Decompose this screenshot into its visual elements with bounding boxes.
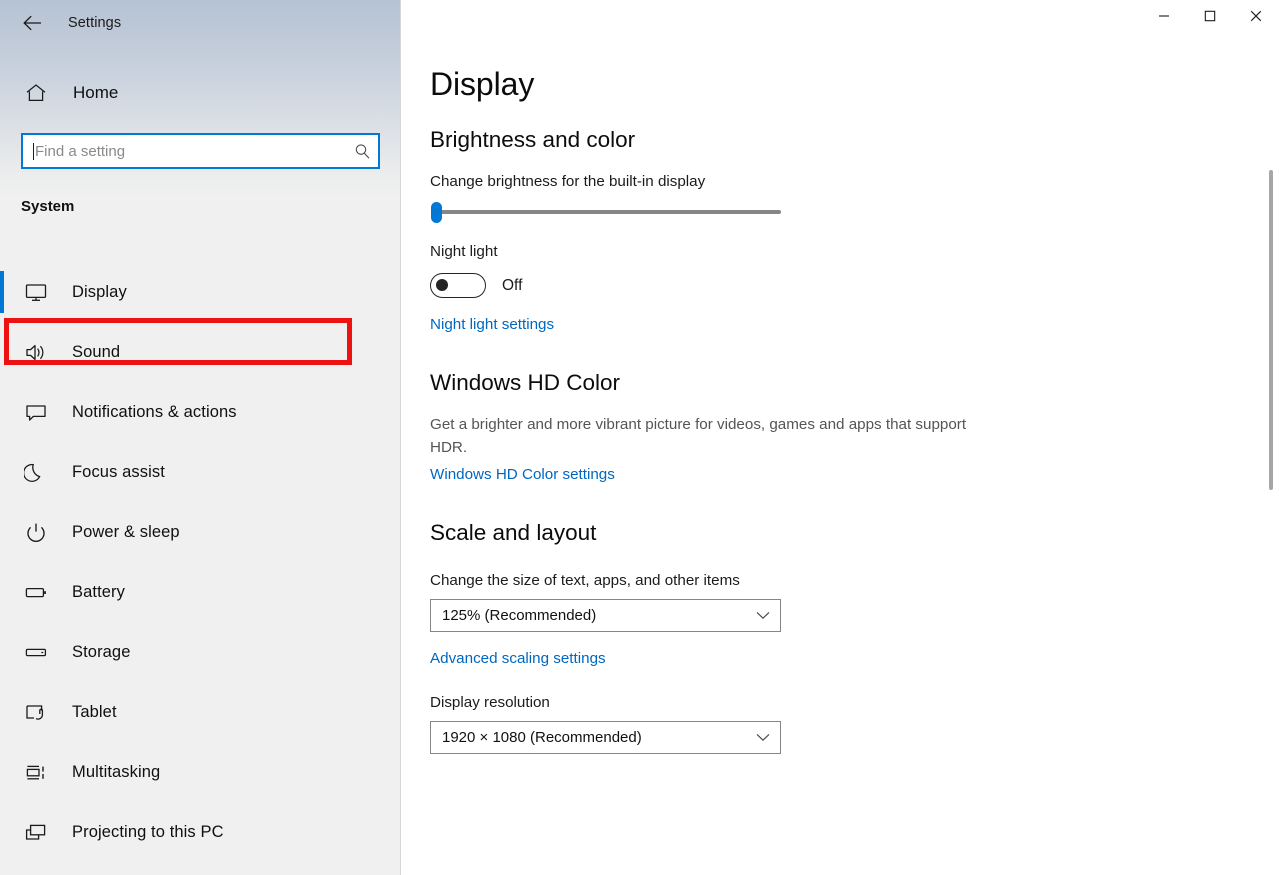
scrollbar-thumb[interactable] (1269, 170, 1273, 490)
sidebar-item-display-label: Display (72, 282, 127, 301)
sidebar-item-multitasking[interactable]: Multitasking (0, 742, 400, 802)
brightness-slider[interactable] (430, 201, 781, 224)
sidebar-item-battery-label: Battery (72, 582, 125, 601)
tablet-icon (16, 702, 56, 723)
minimize-icon[interactable] (1141, 0, 1187, 32)
sidebar-item-home-label: Home (73, 83, 119, 102)
sidebar-item-power-sleep[interactable]: Power & sleep (0, 502, 400, 562)
sidebar-item-storage-label: Storage (72, 642, 131, 661)
sidebar-item-notifications[interactable]: Notifications & actions (0, 382, 400, 442)
sidebar: Settings Home Find a setting System Disp… (0, 0, 401, 875)
sidebar-group-label: System (21, 198, 75, 215)
projecting-icon (16, 822, 56, 843)
sidebar-item-projecting-label: Projecting to this PC (72, 822, 224, 841)
battery-icon (16, 582, 56, 603)
sidebar-item-notifications-label: Notifications & actions (72, 402, 237, 421)
brightness-slider-label: Change brightness for the built-in displ… (430, 173, 706, 190)
brightness-section-heading: Brightness and color (430, 127, 636, 152)
moon-icon (16, 462, 56, 483)
scale-section-heading: Scale and layout (430, 519, 597, 545)
sidebar-item-tablet[interactable]: Tablet (0, 682, 400, 742)
advanced-scaling-settings-link[interactable]: Advanced scaling settings (430, 650, 606, 667)
hd-color-section-heading: Windows HD Color (430, 370, 621, 396)
sidebar-item-sound[interactable]: Sound (0, 322, 400, 382)
sidebar-item-power-sleep-label: Power & sleep (72, 522, 180, 541)
settings-window: Settings Home Find a setting System Disp… (0, 0, 1279, 875)
hd-color-settings-link[interactable]: Windows HD Color settings (430, 466, 615, 483)
titlebar: Settings (0, 0, 400, 46)
sidebar-item-projecting[interactable]: Projecting to this PC (0, 802, 400, 862)
night-light-toggle[interactable] (430, 273, 486, 299)
monitor-icon (16, 282, 56, 303)
resolution-label: Display resolution (430, 693, 550, 711)
page-title: Display (430, 66, 535, 102)
sidebar-item-multitasking-label: Multitasking (72, 762, 161, 781)
resolution-dropdown-value: 1920 × 1080 (Recommended) (442, 728, 642, 746)
chat-bubble-icon (16, 402, 56, 423)
storage-icon (16, 642, 56, 663)
main-content: Display Brightness and color Change brig… (401, 0, 1279, 875)
sidebar-item-tablet-label: Tablet (72, 702, 117, 721)
night-light-toggle-row: Off (430, 273, 1130, 299)
scale-dropdown[interactable]: 125% (Recommended) (430, 598, 781, 632)
toggle-knob (436, 279, 448, 292)
app-title: Settings (68, 15, 122, 31)
close-icon[interactable] (1233, 0, 1279, 32)
sidebar-item-home[interactable]: Home (0, 72, 400, 114)
search-placeholder: Find a setting (35, 142, 126, 160)
text-cursor (33, 142, 34, 160)
chevron-down-icon (746, 611, 780, 620)
vertical-scrollbar[interactable] (1263, 30, 1279, 875)
night-light-label: Night light (430, 243, 498, 261)
resolution-dropdown[interactable]: 1920 × 1080 (Recommended) (430, 720, 781, 754)
maximize-icon[interactable] (1187, 0, 1233, 32)
power-icon (16, 522, 56, 543)
scale-dropdown-value: 125% (Recommended) (442, 606, 597, 624)
chevron-down-icon (746, 733, 780, 742)
scale-label: Change the size of text, apps, and other… (430, 571, 740, 589)
sidebar-item-focus-assist[interactable]: Focus assist (0, 442, 400, 502)
sidebar-nav: Display Sound Notifications & actions Fo… (0, 262, 400, 862)
night-light-settings-link[interactable]: Night light settings (430, 316, 554, 333)
night-light-state: Off (502, 276, 523, 294)
search-input[interactable]: Find a setting (21, 133, 380, 169)
sidebar-item-focus-assist-label: Focus assist (72, 462, 165, 481)
sidebar-item-battery[interactable]: Battery (0, 562, 400, 622)
window-controls (1141, 0, 1279, 46)
brightness-slider-thumb[interactable] (431, 202, 442, 224)
back-arrow-icon[interactable] (10, 4, 56, 42)
hd-color-description: Get a brighter and more vibrant picture … (430, 416, 967, 456)
home-icon (14, 83, 58, 103)
sidebar-item-display[interactable]: Display (0, 262, 400, 322)
multitasking-icon (16, 762, 56, 783)
sidebar-item-sound-label: Sound (72, 342, 121, 361)
search-icon[interactable] (346, 143, 378, 160)
brightness-slider-track (439, 210, 781, 215)
speaker-icon (16, 342, 56, 363)
sidebar-item-storage[interactable]: Storage (0, 622, 400, 682)
